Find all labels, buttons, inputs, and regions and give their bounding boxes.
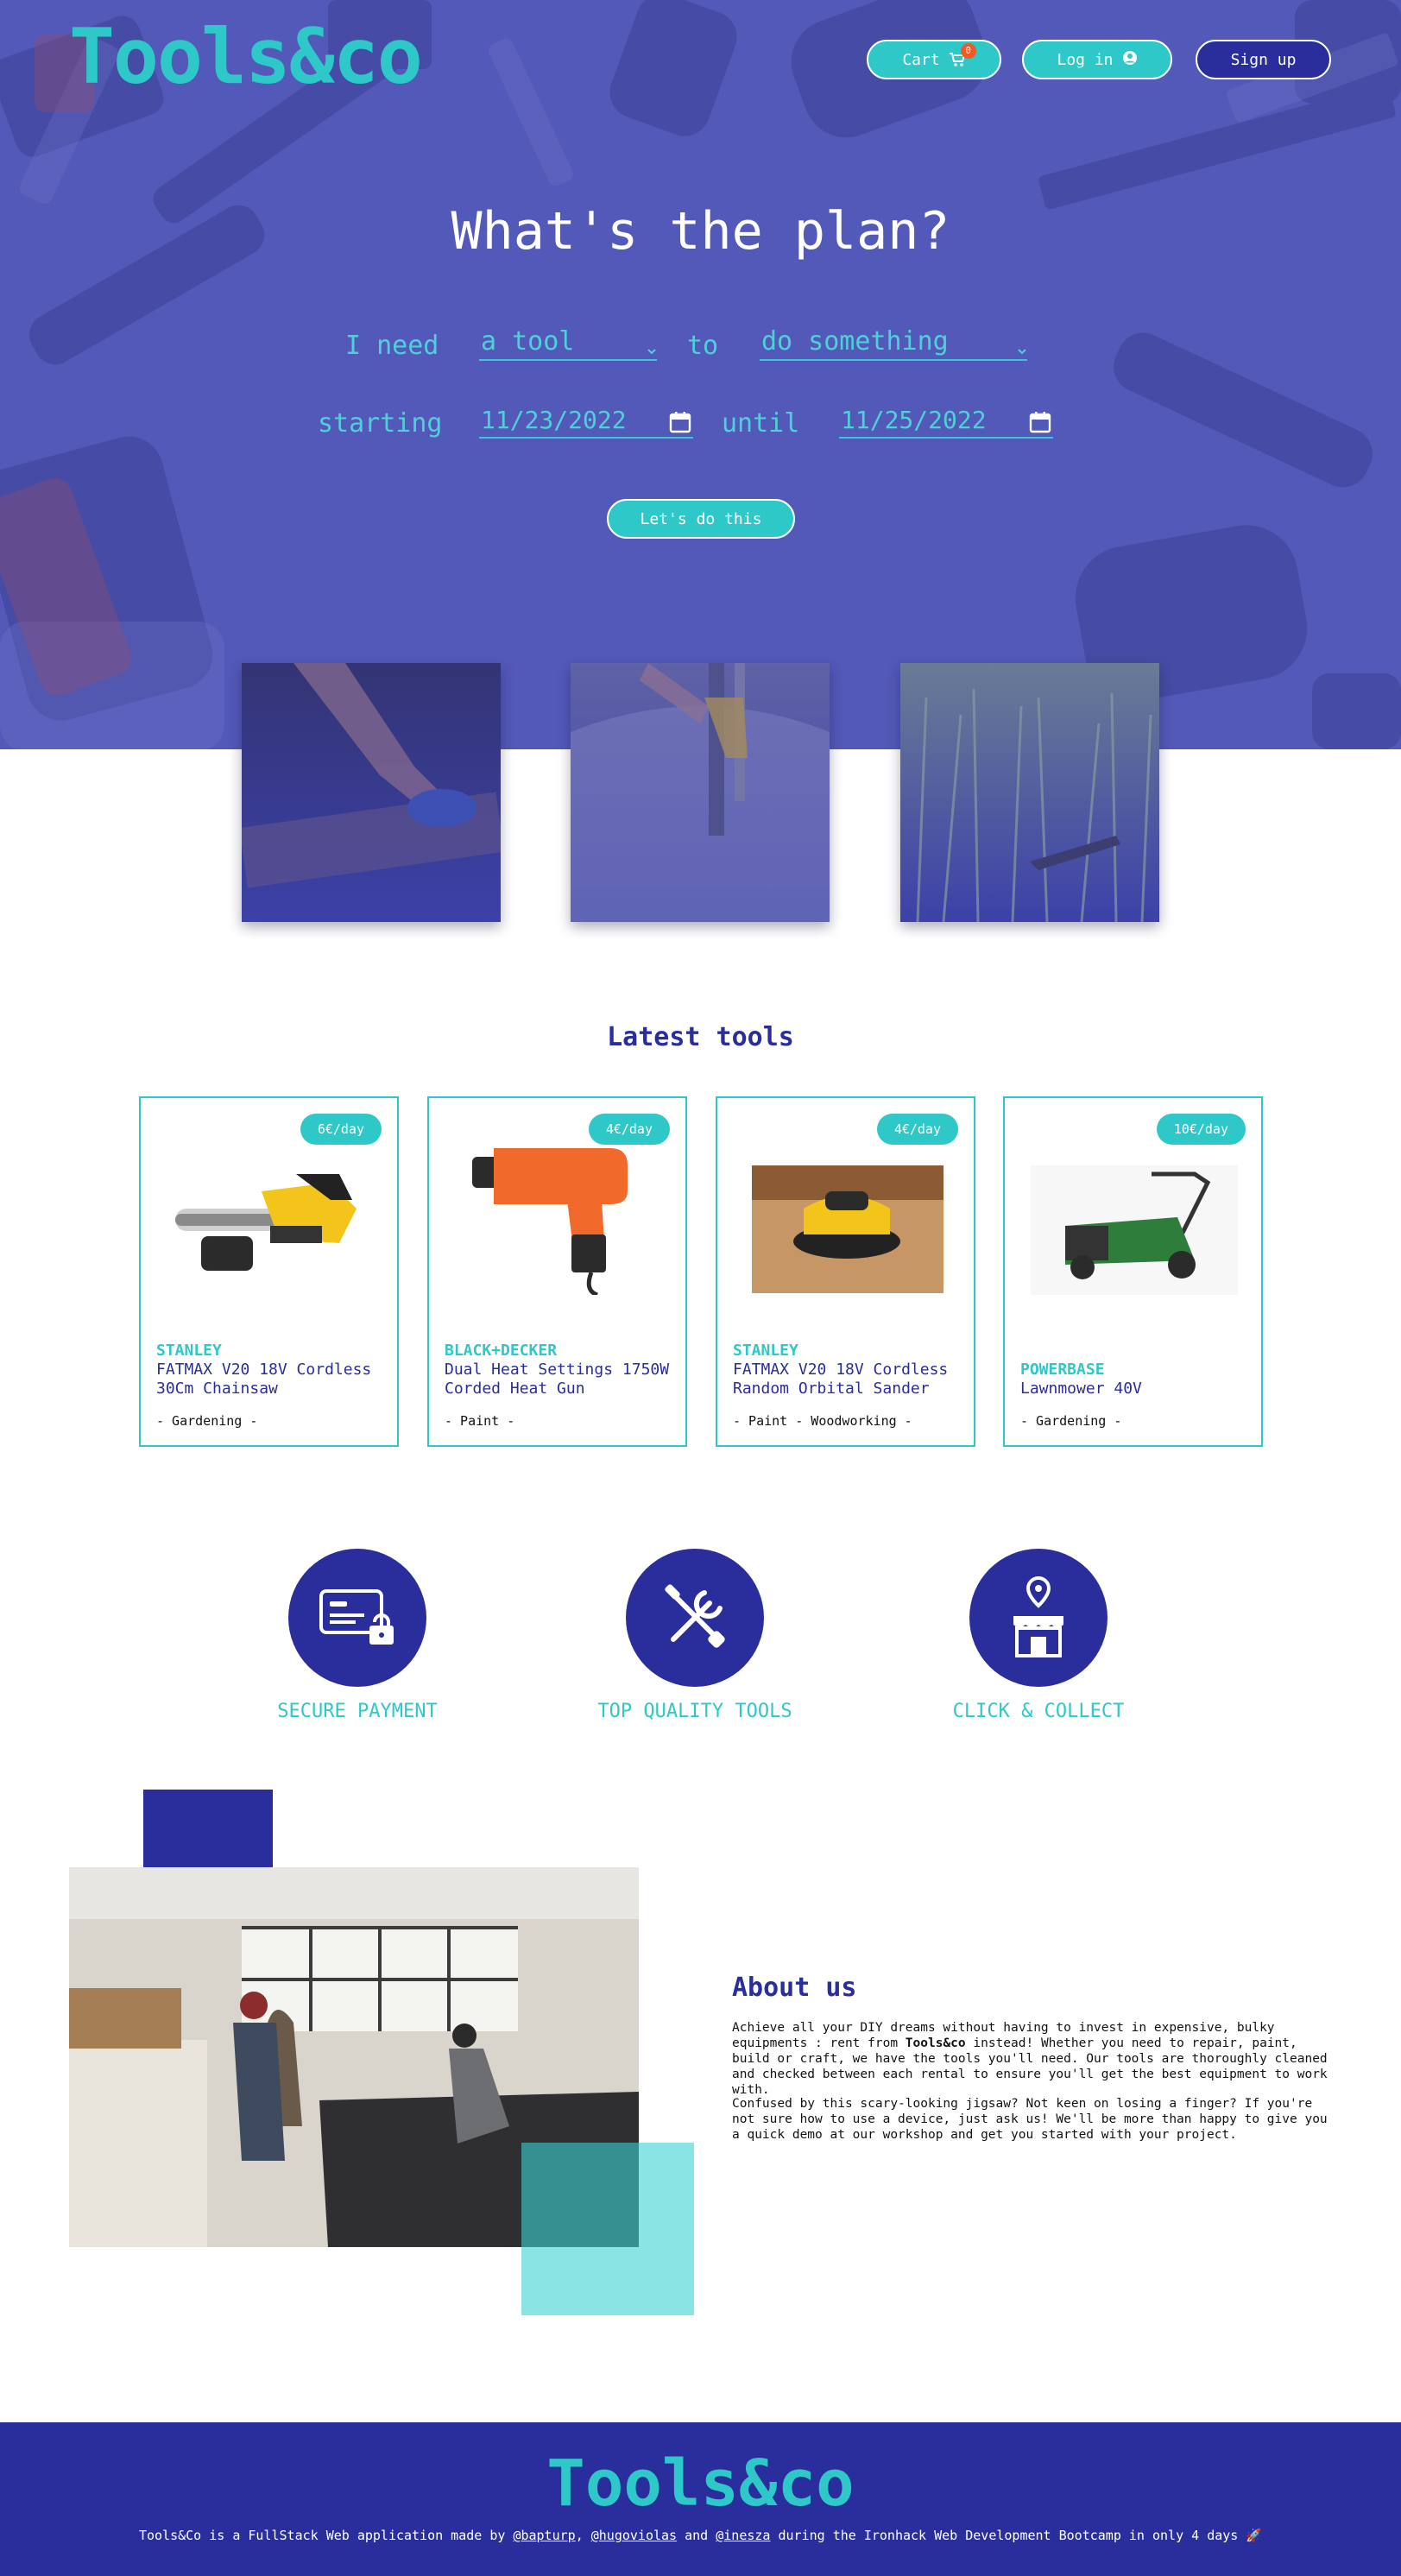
footer-logo[interactable]: Tools&co — [0, 2452, 1401, 2516]
footer-text-start: Tools&Co is a FullStack Web application … — [138, 2528, 514, 2543]
gardening-photo — [900, 663, 1159, 922]
start-date-value: 11/23/2022 — [481, 406, 627, 434]
secure-payment-feature — [288, 1549, 426, 1687]
login-button[interactable]: Log in — [1022, 40, 1172, 79]
chainsaw-image — [175, 1174, 357, 1271]
tool-tags: - Gardening - — [1020, 1413, 1122, 1429]
tool-name: FATMAX V20 18V Cordless Random Orbital S… — [733, 1361, 949, 1398]
about-title: About us — [732, 1973, 857, 2003]
latest-tools-title: Latest tools — [607, 1022, 794, 1052]
hero-banner: Tools&co Cart 0 Log in Sign up What's th… — [0, 0, 1401, 749]
signup-button[interactable]: Sign up — [1196, 40, 1331, 79]
starting-label: starting — [318, 408, 443, 439]
about-p1-brand: Tools&co — [905, 2036, 966, 2050]
site-logo[interactable]: Tools&co — [69, 19, 423, 95]
heat-gun-image — [472, 1148, 628, 1295]
sanding-photo — [242, 663, 501, 922]
tool-name: FATMAX V20 18V Cordless 30Cm Chainsaw — [156, 1361, 372, 1398]
secure-payment-label: SECURE PAYMENT — [277, 1701, 438, 1722]
tool-card[interactable]: 4€/day STANLEY FATMAX V20 18V Cordless R… — [716, 1096, 975, 1447]
category-tile-gardening[interactable] — [900, 663, 1159, 922]
about-paragraph-2: Confused by this scary-looking jigsaw? N… — [732, 2097, 1328, 2142]
plumbing-photo — [571, 663, 830, 922]
sander-image — [752, 1165, 943, 1293]
top-quality-label: TOP QUALITY TOOLS — [597, 1701, 792, 1722]
tool-tags: - Paint - Woodworking - — [733, 1413, 912, 1429]
until-label: until — [722, 408, 800, 439]
calendar-icon[interactable] — [1029, 411, 1051, 440]
tool-tags: - Gardening - — [156, 1413, 258, 1429]
search-submit-button[interactable]: Let's do this — [607, 499, 795, 539]
tool-name: Lawnmower 40V — [1020, 1380, 1142, 1398]
wrench-screwdriver-icon — [665, 1584, 725, 1648]
author-link-bapturp[interactable]: @bapturp — [513, 2528, 575, 2543]
start-date-input[interactable]: 11/23/2022 — [479, 406, 693, 439]
end-date-value: 11/25/2022 — [841, 406, 987, 434]
lawnmower-image — [1031, 1165, 1238, 1295]
footer-credits: Tools&Co is a FullStack Web application … — [0, 2528, 1401, 2543]
store-pin-icon — [1013, 1575, 1063, 1657]
login-label: Log in — [1057, 50, 1114, 69]
credit-card-lock-icon — [319, 1589, 394, 1645]
cart-button[interactable]: Cart 0 — [867, 40, 1001, 79]
footer-separator: , — [575, 2528, 591, 2543]
tool-card[interactable]: 10€/day POWERBASE Lawnmower 40V - Garden… — [1003, 1096, 1263, 1447]
action-select[interactable]: do something — [760, 328, 1027, 361]
tool-card[interactable]: 6€/day STANLEY FATMAX V20 18V Cordless 3… — [139, 1096, 399, 1447]
category-tile-woodworking[interactable] — [242, 663, 501, 922]
tool-tags: - Paint - — [445, 1413, 515, 1429]
click-collect-feature — [969, 1549, 1108, 1687]
tool-brand: STANLEY — [156, 1342, 222, 1360]
hero-title: What's the plan? — [451, 201, 950, 262]
action-select-value: do something — [761, 326, 949, 357]
tool-brand: STANLEY — [733, 1342, 798, 1360]
decorative-square-teal — [521, 2143, 694, 2315]
signup-label: Sign up — [1230, 50, 1297, 69]
category-tile-plumbing[interactable] — [571, 663, 830, 922]
cart-label: Cart — [902, 50, 940, 69]
footer-separator: and — [677, 2528, 716, 2543]
tool-name: Dual Heat Settings 1750W Corded Heat Gun — [445, 1361, 670, 1398]
about-paragraph-1: Achieve all your DIY dreams without havi… — [732, 2020, 1336, 2098]
click-collect-label: CLICK & COLLECT — [952, 1701, 1125, 1722]
tool-brand: POWERBASE — [1020, 1361, 1105, 1379]
chevron-down-icon — [647, 335, 657, 363]
tool-select-value: a tool — [481, 326, 575, 357]
top-quality-feature — [626, 1549, 764, 1687]
footer-text-end: during the Ironhack Web Development Boot… — [770, 2528, 1263, 2543]
site-footer: Tools&co Tools&Co is a FullStack Web app… — [0, 2422, 1401, 2576]
i-need-label: I need — [345, 331, 439, 361]
end-date-input[interactable]: 11/25/2022 — [839, 406, 1053, 439]
calendar-icon[interactable] — [669, 411, 691, 440]
to-label: to — [687, 331, 719, 361]
cart-count-badge: 0 — [960, 43, 976, 59]
tool-brand: BLACK+DECKER — [445, 1342, 558, 1360]
tools-background-image — [0, 0, 1401, 749]
tool-card[interactable]: 4€/day BLACK+DECKER Dual Heat Settings 1… — [427, 1096, 687, 1447]
author-link-inesza[interactable]: @inesza — [716, 2528, 770, 2543]
tool-select[interactable]: a tool — [479, 328, 657, 361]
user-circle-icon — [1122, 50, 1138, 70]
chevron-down-icon — [1017, 335, 1027, 363]
author-link-hugoviolas[interactable]: @hugoviolas — [591, 2528, 677, 2543]
cart-icon: 0 — [949, 43, 976, 67]
